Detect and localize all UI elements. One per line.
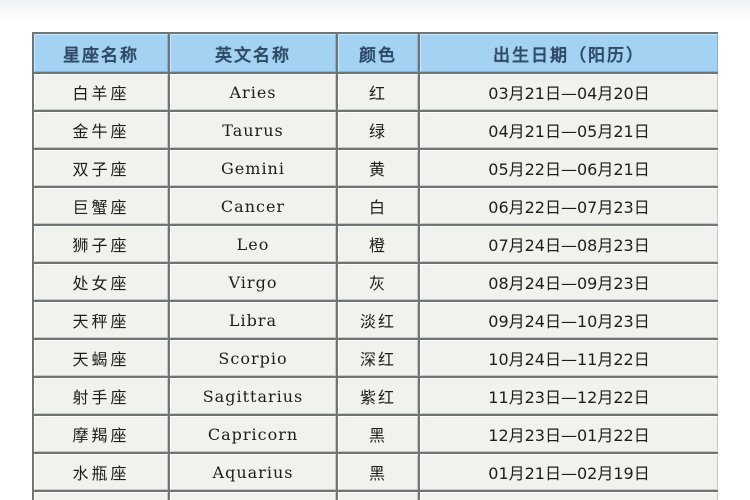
cell-color: 绿: [338, 112, 418, 148]
cell-sign-name: 双子座: [34, 150, 168, 186]
table-row: 巨蟹座 Cancer 白 06月22日—07月23日: [34, 188, 718, 224]
cell-sign-name: 白羊座: [34, 74, 168, 110]
cell-english-name: [170, 492, 336, 500]
column-header-sign-name: 星座名称: [34, 34, 168, 72]
table-body: 白羊座 Aries 红 03月21日—04月20日 金牛座 Taurus 绿 04月21日—0…: [34, 74, 718, 500]
cell-english-name: Capricorn: [170, 416, 336, 452]
top-clipped-text-strip: · · · · · · · ·: [0, 0, 750, 30]
column-header-english-name: 英文名称: [170, 34, 336, 72]
cell-color: 灰: [338, 264, 418, 300]
cell-color: 紫红: [338, 378, 418, 414]
cell-birth-date: 01月21日—02月19日: [420, 454, 718, 490]
table-row: 金牛座 Taurus 绿 04月21日—05月21日: [34, 112, 718, 148]
cell-english-name: Virgo: [170, 264, 336, 300]
cell-english-name: Aquarius: [170, 454, 336, 490]
cell-birth-date: 11月23日—12月22日: [420, 378, 718, 414]
cell-birth-date: 10月24日—11月22日: [420, 340, 718, 376]
cell-color: 深红: [338, 340, 418, 376]
cell-sign-name: 处女座: [34, 264, 168, 300]
table-row: 白羊座 Aries 红 03月21日—04月20日: [34, 74, 718, 110]
table-row: 天蝎座 Scorpio 深红 10月24日—11月22日: [34, 340, 718, 376]
cell-color: 黑: [338, 416, 418, 452]
cell-birth-date: 12月23日—01月22日: [420, 416, 718, 452]
table-row: 双子座 Gemini 黄 05月22日—06月21日: [34, 150, 718, 186]
cell-birth-date: [420, 492, 718, 500]
cell-english-name: Gemini: [170, 150, 336, 186]
table-row: 水瓶座 Aquarius 黑 01月21日—02月19日: [34, 454, 718, 490]
cell-sign-name: 水瓶座: [34, 454, 168, 490]
cell-color: 红: [338, 74, 418, 110]
cell-sign-name: [34, 492, 168, 500]
column-header-color: 颜色: [338, 34, 418, 72]
cell-color: 淡红: [338, 302, 418, 338]
top-clipped-text: · · · · · · · ·: [0, 0, 750, 6]
cell-color: 黄: [338, 150, 418, 186]
cell-sign-name: 金牛座: [34, 112, 168, 148]
cell-sign-name: 射手座: [34, 378, 168, 414]
table-row: 处女座 Virgo 灰 08月24日—09月23日: [34, 264, 718, 300]
cell-birth-date: 07月24日—08月23日: [420, 226, 718, 262]
table-row: [34, 492, 718, 500]
cell-birth-date: 06月22日—07月23日: [420, 188, 718, 224]
column-header-birth-date: 出生日期（阳历）: [420, 34, 718, 72]
table-row: 天秤座 Libra 淡红 09月24日—10月23日: [34, 302, 718, 338]
cell-english-name: Sagittarius: [170, 378, 336, 414]
cell-sign-name: 天秤座: [34, 302, 168, 338]
cell-sign-name: 天蝎座: [34, 340, 168, 376]
cell-english-name: Cancer: [170, 188, 336, 224]
cell-english-name: Scorpio: [170, 340, 336, 376]
cell-sign-name: 巨蟹座: [34, 188, 168, 224]
cell-sign-name: 摩羯座: [34, 416, 168, 452]
cell-english-name: Leo: [170, 226, 336, 262]
cell-color: 黑: [338, 454, 418, 490]
zodiac-table-container: 星座名称 英文名称 颜色 出生日期（阳历） 白羊座 Aries 红 03月21日—04…: [32, 32, 718, 500]
cell-birth-date: 04月21日—05月21日: [420, 112, 718, 148]
zodiac-table: 星座名称 英文名称 颜色 出生日期（阳历） 白羊座 Aries 红 03月21日—04…: [32, 32, 718, 500]
cell-english-name: Aries: [170, 74, 336, 110]
table-row: 摩羯座 Capricorn 黑 12月23日—01月22日: [34, 416, 718, 452]
cell-color: [338, 492, 418, 500]
cell-birth-date: 08月24日—09月23日: [420, 264, 718, 300]
cell-birth-date: 09月24日—10月23日: [420, 302, 718, 338]
table-row: 射手座 Sagittarius 紫红 11月23日—12月22日: [34, 378, 718, 414]
cell-birth-date: 05月22日—06月21日: [420, 150, 718, 186]
cell-sign-name: 狮子座: [34, 226, 168, 262]
table-header: 星座名称 英文名称 颜色 出生日期（阳历）: [34, 34, 718, 72]
cell-english-name: Taurus: [170, 112, 336, 148]
cell-color: 白: [338, 188, 418, 224]
cell-birth-date: 03月21日—04月20日: [420, 74, 718, 110]
cell-color: 橙: [338, 226, 418, 262]
table-row: 狮子座 Leo 橙 07月24日—08月23日: [34, 226, 718, 262]
cell-english-name: Libra: [170, 302, 336, 338]
header-row: 星座名称 英文名称 颜色 出生日期（阳历）: [34, 34, 718, 72]
